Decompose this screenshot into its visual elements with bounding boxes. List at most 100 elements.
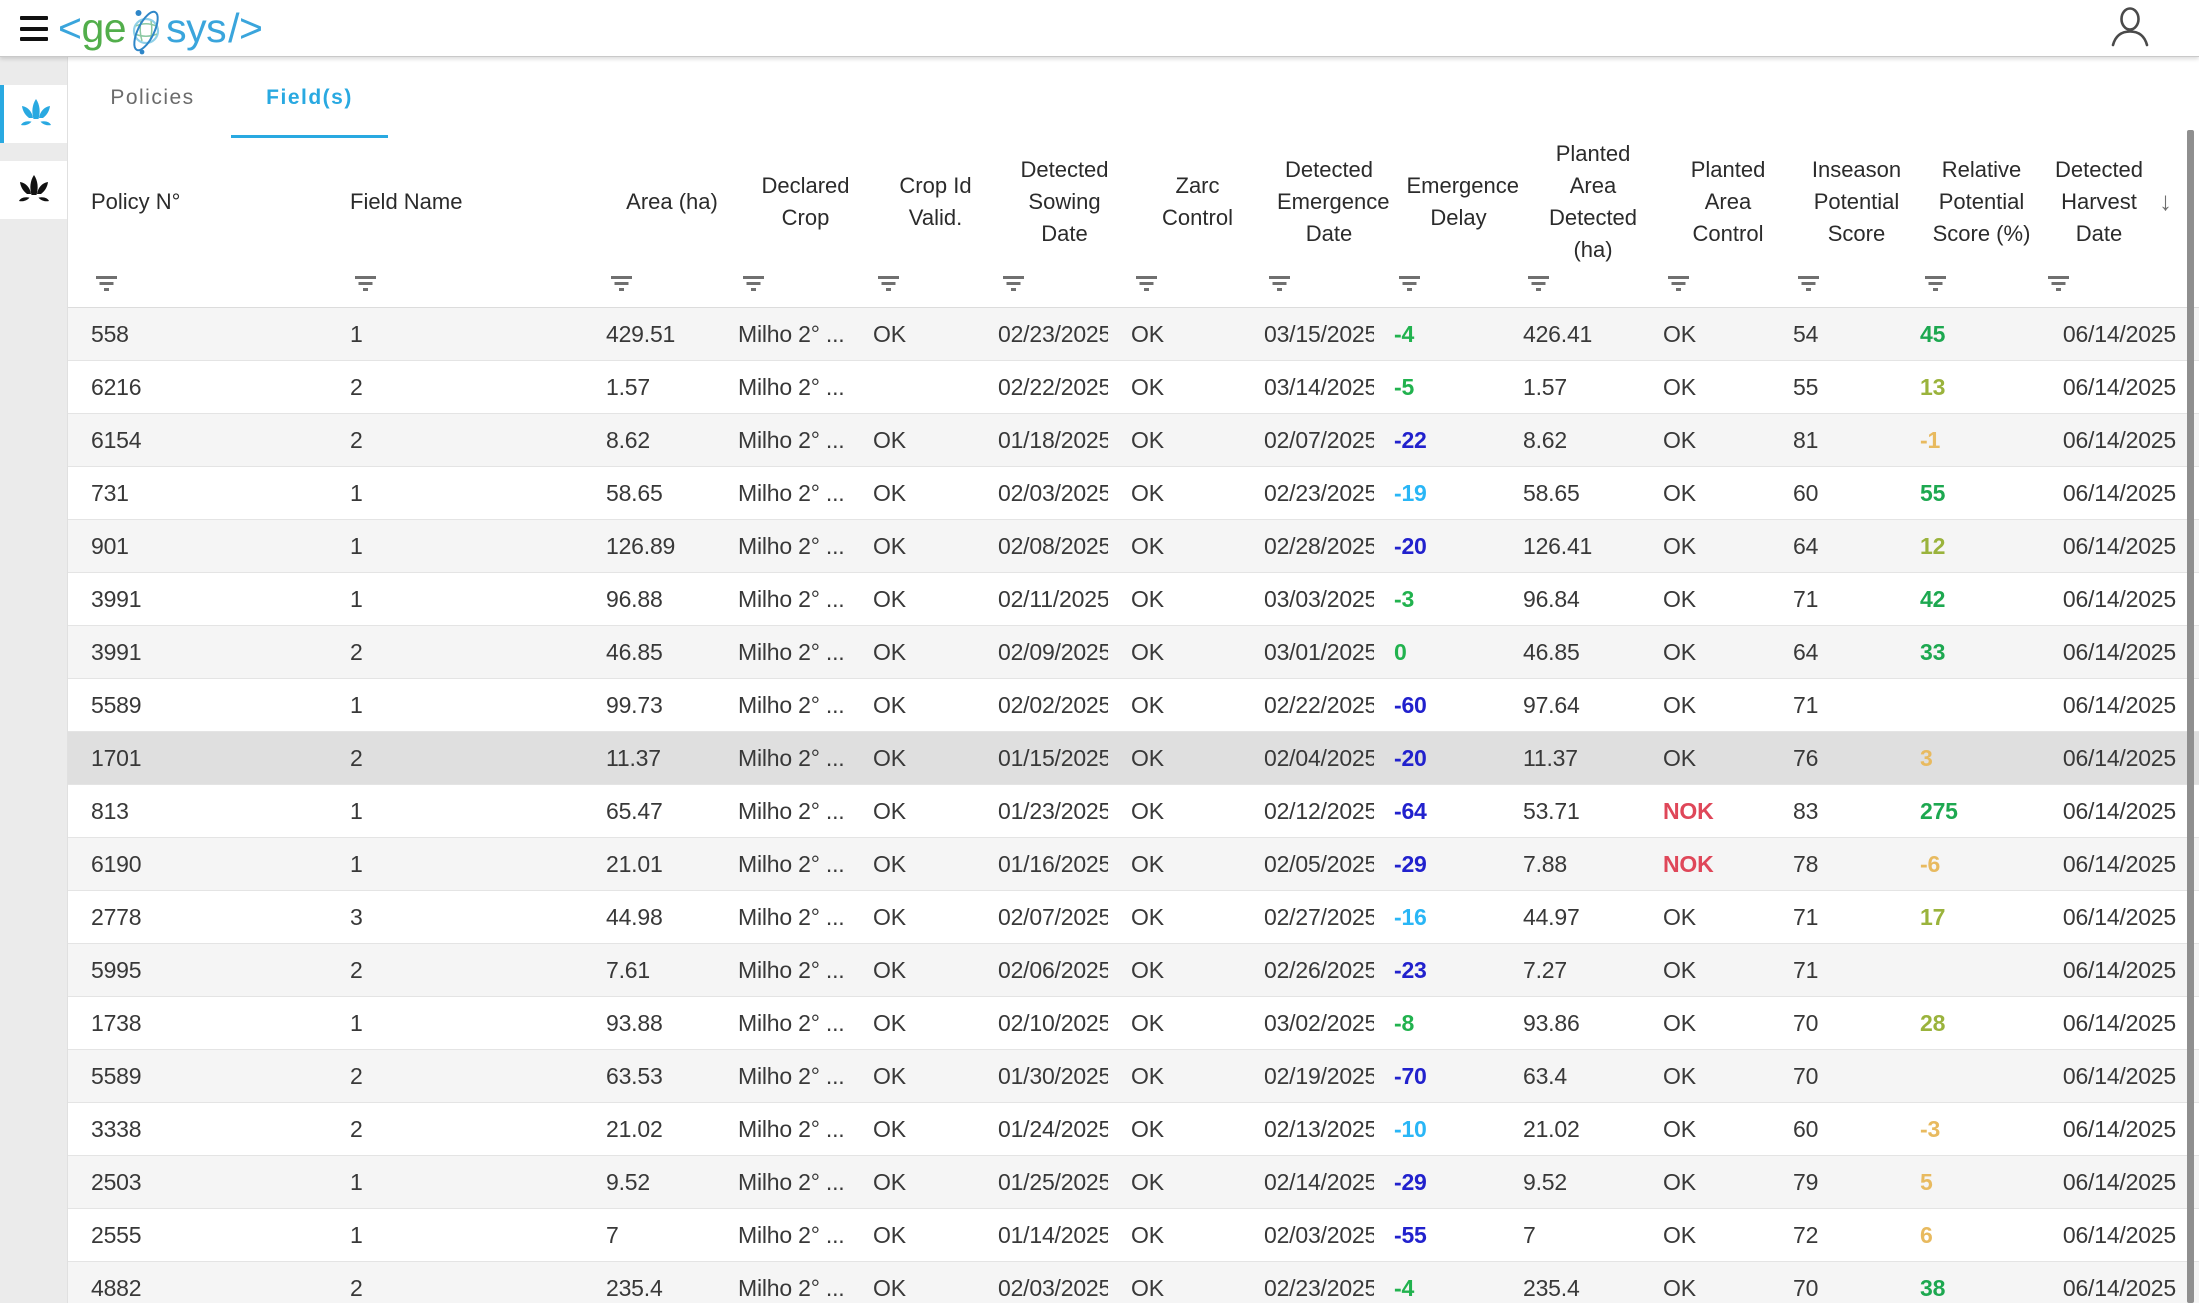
cell-declared-crop: Milho 2° ... (738, 586, 873, 613)
cell-zarc-control: OK (1131, 639, 1264, 666)
geosys-logo: <ge sys/> (58, 1, 262, 56)
cell-declared-crop: Milho 2° ... (738, 1169, 873, 1196)
cell-zarc-control: OK (1131, 586, 1264, 613)
column-header-zarc-control[interactable]: Zarc Control (1131, 138, 1264, 266)
cell-area: 93.88 (606, 1010, 738, 1037)
vertical-scrollbar[interactable] (2187, 130, 2194, 1303)
cell-field-name: 1 (350, 533, 606, 560)
column-header-declared-crop[interactable]: Declared Crop (738, 138, 873, 266)
cell-detected-emergence-date: 02/03/2025 (1264, 1222, 1394, 1249)
table-row[interactable]: 5589263.53Milho 2° ...OK01/30/2025OK02/1… (68, 1050, 2199, 1103)
cell-policy-number: 3991 (91, 586, 350, 613)
table-row[interactable]: 621621.57Milho 2° ...02/22/2025OK03/14/2… (68, 361, 2199, 414)
cell-crop-id-valid: OK (873, 427, 998, 454)
table-row[interactable]: 1738193.88Milho 2° ...OK02/10/2025OK03/0… (68, 997, 2199, 1050)
table-row[interactable]: 5589199.73Milho 2° ...OK02/02/2025OK02/2… (68, 679, 2199, 732)
filter-icon-detected-emergence-date[interactable] (1264, 260, 1394, 307)
filter-icon-policy[interactable] (91, 260, 350, 307)
filter-icon-crop-id-valid[interactable] (873, 260, 998, 307)
filter-icon-emergence-delay[interactable] (1394, 260, 1523, 307)
hamburger-menu-icon[interactable] (20, 16, 48, 41)
table-row[interactable]: 3991196.88Milho 2° ...OK02/11/2025OK03/0… (68, 573, 2199, 626)
table-row[interactable]: 599527.61Milho 2° ...OK02/06/2025OK02/26… (68, 944, 2199, 997)
table-row[interactable]: 1701211.37Milho 2° ...OK01/15/2025OK02/0… (68, 732, 2199, 785)
table-row[interactable]: 615428.62Milho 2° ...OK01/18/2025OK02/07… (68, 414, 2199, 467)
table-row[interactable]: 255517Milho 2° ...OK01/14/2025OK02/03/20… (68, 1209, 2199, 1262)
column-header-relative-potential-score[interactable]: Relative Potential Score (%) (1920, 138, 2043, 266)
cell-inseason-potential-score: 64 (1793, 533, 1920, 560)
filter-icon-planted-area-detected[interactable] (1523, 260, 1663, 307)
cell-planted-area-control: OK (1663, 1222, 1793, 1249)
table-row[interactable]: 731158.65Milho 2° ...OK02/03/2025OK02/23… (68, 467, 2199, 520)
table-row[interactable]: 48822235.4Milho 2° ...OK02/03/2025OK02/2… (68, 1262, 2199, 1303)
cell-detected-harvest-date: 06/14/2025 (2043, 1010, 2176, 1037)
filter-icon-relative-potential-score[interactable] (1920, 260, 2043, 307)
column-header-planted-area-control[interactable]: Planted Area Control (1663, 138, 1793, 266)
tab-policies[interactable]: Policies (74, 57, 231, 138)
column-header-area[interactable]: Area (ha) (606, 138, 738, 266)
column-header-label: Planted Area Detected (ha) (1541, 138, 1645, 266)
cell-detected-sowing-date: 01/15/2025 (998, 745, 1131, 772)
table-row[interactable]: 6190121.01Milho 2° ...OK01/16/2025OK02/0… (68, 838, 2199, 891)
cell-inseason-potential-score: 64 (1793, 639, 1920, 666)
cell-area: 11.37 (606, 745, 738, 772)
table-row[interactable]: 9011126.89Milho 2° ...OK02/08/2025OK02/2… (68, 520, 2199, 573)
cell-policy-number: 6216 (91, 374, 350, 401)
cell-declared-crop: Milho 2° ... (738, 374, 873, 401)
cell-declared-crop: Milho 2° ... (738, 1010, 873, 1037)
table-row[interactable]: 3338221.02Milho 2° ...OK01/24/2025OK02/1… (68, 1103, 2199, 1156)
cell-detected-emergence-date: 02/23/2025 (1264, 1275, 1394, 1302)
cell-planted-area-control: OK (1663, 639, 1793, 666)
filter-icon-detected-sowing-date[interactable] (998, 260, 1131, 307)
column-header-emergence-delay[interactable]: Emergence Delay (1394, 138, 1523, 266)
cell-emergence-delay: -4 (1394, 1275, 1523, 1302)
table-row[interactable]: 813165.47Milho 2° ...OK01/23/2025OK02/12… (68, 785, 2199, 838)
cell-inseason-potential-score: 71 (1793, 957, 1920, 984)
cell-zarc-control: OK (1131, 427, 1264, 454)
cell-field-name: 2 (350, 1063, 606, 1090)
cell-inseason-potential-score: 70 (1793, 1063, 1920, 1090)
column-header-crop-id-valid[interactable]: Crop Id Valid. (873, 138, 998, 266)
cell-area: 7 (606, 1222, 738, 1249)
cell-planted-area-control: OK (1663, 480, 1793, 507)
cell-field-name: 3 (350, 904, 606, 931)
cell-planted-area-detected: 7.88 (1523, 851, 1663, 878)
table-row[interactable]: 5581429.51Milho 2° ...OK02/23/2025OK03/1… (68, 308, 2199, 361)
cell-relative-potential-score: 45 (1920, 321, 2043, 348)
filter-icon-field-name[interactable] (350, 260, 606, 307)
cell-area: 58.65 (606, 480, 738, 507)
column-header-inseason-potential-score[interactable]: Inseason Potential Score (1793, 138, 1920, 266)
cell-relative-potential-score: 33 (1920, 639, 2043, 666)
cell-detected-sowing-date: 02/11/2025 (998, 586, 1131, 613)
cell-detected-harvest-date: 06/14/2025 (2043, 798, 2176, 825)
cell-planted-area-control: NOK (1663, 851, 1793, 878)
column-header-field-name[interactable]: Field Name (350, 138, 606, 266)
table-row[interactable]: 2778344.98Milho 2° ...OK02/07/2025OK02/2… (68, 891, 2199, 944)
column-header-planted-area-detected[interactable]: Planted Area Detected (ha) (1523, 138, 1663, 266)
cell-emergence-delay: -64 (1394, 798, 1523, 825)
filter-icon-area[interactable] (606, 260, 738, 307)
filter-icon-inseason-potential-score[interactable] (1793, 260, 1920, 307)
sidebar-item-fields-active[interactable] (0, 85, 67, 143)
column-header-detected-emergence-date[interactable]: Detected Emergence Date (1264, 138, 1394, 266)
user-profile-button[interactable] (2107, 5, 2153, 53)
filter-icon-planted-area-control[interactable] (1663, 260, 1793, 307)
cell-emergence-delay: -20 (1394, 533, 1523, 560)
filter-icon-detected-harvest-date[interactable] (2043, 260, 2176, 307)
cell-crop-id-valid: OK (873, 851, 998, 878)
table-row[interactable]: 250319.52Milho 2° ...OK01/25/2025OK02/14… (68, 1156, 2199, 1209)
cell-zarc-control: OK (1131, 1116, 1264, 1143)
table-row[interactable]: 3991246.85Milho 2° ...OK02/09/2025OK03/0… (68, 626, 2199, 679)
cell-zarc-control: OK (1131, 692, 1264, 719)
column-header-detected-harvest-date[interactable]: Detected Harvest Date↓ (2043, 138, 2176, 266)
cell-zarc-control: OK (1131, 957, 1264, 984)
tab-fields[interactable]: Field(s) (231, 57, 388, 138)
column-header-detected-sowing-date[interactable]: Detected Sowing Date (998, 138, 1131, 266)
filter-icon-zarc-control[interactable] (1131, 260, 1264, 307)
logo-close-bracket: /> (228, 1, 262, 56)
cell-inseason-potential-score: 71 (1793, 586, 1920, 613)
filter-icon-declared-crop[interactable] (738, 260, 873, 307)
column-header-policy[interactable]: Policy N° (91, 138, 350, 266)
sidebar-item-fields[interactable] (0, 161, 67, 219)
cell-declared-crop: Milho 2° ... (738, 904, 873, 931)
